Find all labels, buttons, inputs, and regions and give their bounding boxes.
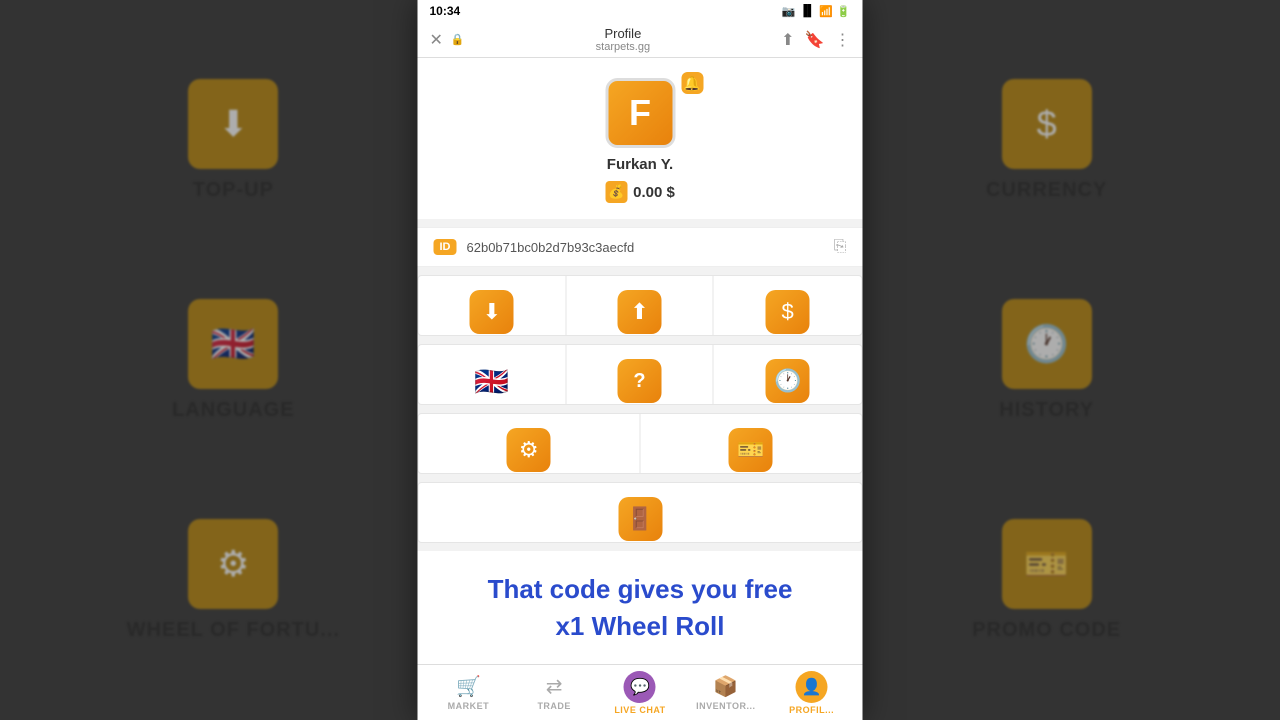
- menu-item-cashout[interactable]: ⬆ CASHOUT: [566, 276, 714, 336]
- topup-icon: ⬇: [470, 290, 514, 334]
- menu-item-history[interactable]: 🕐 HISTORY: [714, 345, 862, 405]
- bg-item-history: 🕐 HISTORY: [999, 299, 1094, 422]
- menu-grid-row2: 🇬🇧 LANGUAGE ? F.A.Q 🕐 HISTORY: [418, 344, 863, 405]
- wheel-icon: ⚙: [507, 428, 551, 472]
- status-time: 10:34: [430, 4, 461, 18]
- nav-inventory[interactable]: 📦 INVENTOR...: [696, 674, 756, 711]
- bg-wheel-icon: ⚙: [188, 519, 278, 609]
- bg-history-label: HISTORY: [999, 399, 1094, 422]
- inventory-label: INVENTOR...: [696, 701, 755, 711]
- page-title: Profile: [473, 26, 774, 41]
- lock-icon: 🔒: [451, 33, 465, 46]
- menu-grid-row4: 🚪 LOG OUT: [418, 482, 863, 543]
- cashout-icon: ⬆: [617, 290, 661, 334]
- promo-icon: 🎫: [729, 428, 773, 472]
- bg-promo-icon: 🎫: [1002, 519, 1092, 609]
- livechat-icon: 💬: [624, 671, 656, 703]
- promo-line2: x1 Wheel Roll: [555, 611, 724, 641]
- bg-topup-icon: ⬇: [188, 79, 278, 169]
- signal-icon: ▐▌: [800, 5, 816, 17]
- nav-trade[interactable]: ⇄ TRADE: [524, 674, 584, 711]
- id-section: ID 62b0b71bc0b2d7b93c3aecfd ⎘: [418, 227, 863, 267]
- id-badge: ID: [434, 239, 457, 255]
- bg-currency-icon: $: [1002, 79, 1092, 169]
- menu-item-topup[interactable]: ⬇ TOP-UP: [419, 276, 567, 336]
- username: Furkan Y.: [607, 156, 673, 173]
- profile-nav-icon: 👤: [796, 671, 828, 703]
- nav-livechat[interactable]: 💬 LIVE CHAT: [610, 671, 670, 715]
- bg-item-topup: ⬇ TOP-UP: [188, 79, 278, 202]
- balance-row: 💰 0.00 $: [605, 181, 675, 203]
- id-value: 62b0b71bc0b2d7b93c3aecfd: [467, 240, 824, 255]
- notification-badge[interactable]: 🔔: [681, 72, 703, 94]
- balance-amount: 0.00 $: [633, 184, 675, 201]
- menu-item-logout[interactable]: 🚪 LOG OUT: [419, 483, 862, 543]
- domain-label: starpets.gg: [473, 41, 774, 53]
- bg-item-promo: 🎫 PROMO CODE: [972, 519, 1121, 642]
- bg-language-icon: 🇬🇧: [188, 299, 278, 389]
- bottom-nav: 🛒 MARKET ⇄ TRADE 💬 LIVE CHAT 📦 INVENTOR.…: [418, 664, 863, 720]
- bg-language-label: LANGUAGE: [172, 399, 294, 422]
- menu-item-language[interactable]: 🇬🇧 LANGUAGE: [419, 345, 567, 405]
- market-label: MARKET: [448, 701, 490, 711]
- profile-content: F 🔔 Furkan Y. 💰 0.00 $ ID 62b0b71bc0b2d7…: [418, 58, 863, 664]
- status-icons: 📷 ▐▌ 📶 🔋: [782, 5, 851, 18]
- avatar: F: [605, 78, 675, 148]
- menu-item-wheel[interactable]: ⚙ WHEEL OF FORTUNE: [419, 414, 641, 474]
- browser-chrome: ✕ 🔒 Profile starpets.gg ⬆ 🔖 ⋮: [418, 22, 863, 58]
- avatar-wrapper: F 🔔: [605, 78, 675, 148]
- market-icon: 🛒: [456, 674, 481, 699]
- trade-label: TRADE: [537, 701, 571, 711]
- language-icon: 🇬🇧: [470, 359, 514, 403]
- currency-icon: $: [766, 290, 810, 334]
- bookmark-icon[interactable]: 🔖: [805, 30, 825, 50]
- bg-item-wheel: ⚙ WHEEL OF FORTU...: [127, 519, 340, 642]
- bg-topup-label: TOP-UP: [193, 179, 274, 202]
- menu-grid-row1: ⬇ TOP-UP ⬆ CASHOUT $ CURRENCY: [418, 275, 863, 336]
- bg-item-currency: $ CURRENCY: [986, 79, 1107, 202]
- inventory-icon: 📦: [713, 674, 738, 699]
- bg-promo-label: PROMO CODE: [972, 619, 1121, 642]
- close-button[interactable]: ✕: [430, 30, 443, 50]
- battery-icon: 🔋: [837, 5, 851, 18]
- bg-currency-label: CURRENCY: [986, 179, 1107, 202]
- nav-market[interactable]: 🛒 MARKET: [438, 674, 498, 711]
- promo-text: That code gives you free x1 Wheel Roll: [434, 571, 847, 644]
- menu-grid-row3: ⚙ WHEEL OF FORTUNE 🎫 PROMO CODE: [418, 413, 863, 474]
- history-icon: 🕐: [766, 359, 810, 403]
- share-icon[interactable]: ⬆: [781, 30, 794, 50]
- trade-icon: ⇄: [546, 674, 563, 699]
- browser-actions: ⬆ 🔖 ⋮: [781, 30, 850, 50]
- logout-icon: 🚪: [618, 497, 662, 541]
- profile-label: PROFIL...: [789, 705, 834, 715]
- user-section: F 🔔 Furkan Y. 💰 0.00 $: [418, 58, 863, 219]
- menu-item-promo[interactable]: 🎫 PROMO CODE: [640, 414, 862, 474]
- menu-icon[interactable]: ⋮: [835, 30, 851, 50]
- wallet-icon: 💰: [605, 181, 627, 203]
- status-bar: 10:34 📷 ▐▌ 📶 🔋: [418, 0, 863, 22]
- avatar-letter: F: [629, 92, 651, 134]
- faq-icon: ?: [617, 359, 661, 403]
- menu-item-currency[interactable]: $ CURRENCY: [714, 276, 862, 336]
- copy-icon[interactable]: ⎘: [834, 238, 847, 256]
- promo-line1: That code gives you free: [488, 574, 793, 604]
- livechat-label: LIVE CHAT: [614, 705, 665, 715]
- bg-history-icon: 🕐: [1002, 299, 1092, 389]
- wifi-icon: 📶: [819, 5, 833, 18]
- bg-item-language: 🇬🇧 LANGUAGE: [172, 299, 294, 422]
- modal: 10:34 📷 ▐▌ 📶 🔋 ✕ 🔒 Profile starpets.gg ⬆…: [418, 0, 863, 720]
- promo-text-section: That code gives you free x1 Wheel Roll: [418, 551, 863, 664]
- camera-icon: 📷: [782, 5, 796, 18]
- bg-wheel-label: WHEEL OF FORTU...: [127, 619, 340, 642]
- menu-item-faq[interactable]: ? F.A.Q: [566, 345, 714, 405]
- nav-profile[interactable]: 👤 PROFIL...: [782, 671, 842, 715]
- browser-url: Profile starpets.gg: [473, 26, 774, 53]
